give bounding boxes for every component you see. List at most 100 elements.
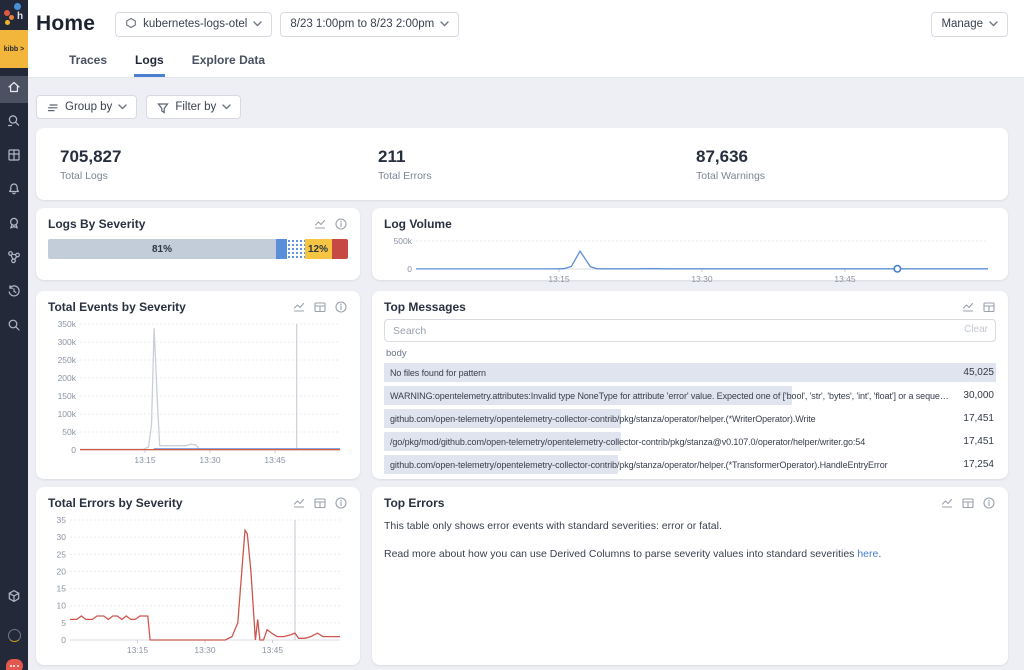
top-messages-list: No files found for pattern45,025 WARNING… <box>384 363 996 474</box>
panel-title: Top Messages <box>384 300 466 314</box>
stat-label: Total Errors <box>378 170 672 182</box>
table-icon[interactable] <box>961 496 975 510</box>
time-range-label: 8/23 1:00pm to 8/23 2:00pm <box>290 18 434 30</box>
panel-total-events: Total Events by Severity 050k100k150k200… <box>36 291 360 479</box>
stat-total-warnings: 87,636 Total Warnings <box>672 147 990 182</box>
svg-text:5: 5 <box>61 618 66 628</box>
total-events-chart: 050k100k150k200k250k300k350k13:1513:3013… <box>48 319 348 465</box>
sidebar-item-home[interactable] <box>0 76 28 103</box>
message-text: No files found for pattern <box>384 368 953 378</box>
svg-text:13:45: 13:45 <box>834 274 856 284</box>
sidebar: h kibb > <box>0 0 28 670</box>
search-icon <box>6 317 22 338</box>
team-badge[interactable]: kibb > <box>0 30 28 68</box>
chevron-down-icon <box>222 104 231 110</box>
message-row[interactable]: /go/pkg/mod/github.com/open-telemetry/op… <box>384 432 996 451</box>
dataset-name: kubernetes-logs-otel <box>143 18 247 30</box>
table-icon[interactable] <box>313 496 327 510</box>
boards-icon <box>6 147 22 168</box>
logo-dot-yellow <box>5 20 10 25</box>
tab-bar: Traces Logs Explore Data <box>28 48 1024 78</box>
tab-logs[interactable]: Logs <box>134 48 165 77</box>
column-header-body: body <box>386 348 996 359</box>
sidebar-item-slos[interactable] <box>0 212 28 239</box>
svg-text:13:45: 13:45 <box>262 645 284 655</box>
time-range-selector[interactable]: 8/23 1:00pm to 8/23 2:00pm <box>280 12 459 37</box>
svg-text:25: 25 <box>57 549 67 559</box>
sidebar-bottom <box>0 585 28 670</box>
panel-log-volume: Log Volume 500k013:1513:3013:45 <box>372 208 1008 280</box>
readmore-period: . <box>878 548 881 560</box>
message-row[interactable]: WARNING:opentelemetry.attributes:Invalid… <box>384 386 996 405</box>
help-chat-badge[interactable] <box>6 659 23 670</box>
table-icon[interactable] <box>313 300 327 314</box>
manage-button[interactable]: Manage <box>931 12 1008 37</box>
line-chart-icon[interactable] <box>292 300 306 314</box>
svg-text:0: 0 <box>407 264 412 274</box>
topbar: Home kubernetes-logs-otel 8/23 1:00pm to… <box>28 0 1024 48</box>
sidebar-item-alerts[interactable] <box>0 178 28 205</box>
tab-explore-data[interactable]: Explore Data <box>191 48 266 77</box>
sidebar-item-history[interactable] <box>0 280 28 307</box>
table-icon[interactable] <box>982 300 996 314</box>
message-text: /go/pkg/mod/github.com/open-telemetry/op… <box>384 437 953 447</box>
message-row[interactable]: github.com/open-telemetry/opentelemetry-… <box>384 455 996 474</box>
home-icon <box>6 79 22 100</box>
logo-h: h <box>17 11 23 22</box>
message-text: github.com/open-telemetry/opentelemetry-… <box>384 460 953 470</box>
svg-text:50k: 50k <box>62 427 76 437</box>
main-area: Home kubernetes-logs-otel 8/23 1:00pm to… <box>28 0 1024 665</box>
tab-traces[interactable]: Traces <box>68 48 108 77</box>
panel-title: Total Events by Severity <box>48 300 186 314</box>
panel-title: Top Errors <box>384 496 444 510</box>
message-text: WARNING:opentelemetry.attributes:Invalid… <box>384 391 953 401</box>
sidebar-nav <box>0 76 28 341</box>
sidebar-item-boards[interactable] <box>0 144 28 171</box>
panel-logs-by-severity: Logs By Severity 81%12% <box>36 208 360 280</box>
search-input[interactable] <box>384 319 996 342</box>
line-chart-icon[interactable] <box>961 300 975 314</box>
svg-text:13:30: 13:30 <box>691 274 713 284</box>
panel-total-errors: Total Errors by Severity 051015202530351… <box>36 487 360 665</box>
hexagon-icon <box>125 17 137 32</box>
svg-text:13:15: 13:15 <box>134 455 156 465</box>
info-icon[interactable] <box>982 496 996 510</box>
service-map-icon <box>6 249 22 270</box>
panel-title: Logs By Severity <box>48 217 145 231</box>
group-by-dropdown[interactable]: Group by <box>36 95 137 119</box>
sidebar-item-search[interactable] <box>0 314 28 341</box>
message-count: 17,254 <box>953 459 996 470</box>
avatar <box>8 629 21 642</box>
honeycomb-logo[interactable]: h <box>0 0 28 30</box>
filter-icon <box>156 101 169 114</box>
filter-by-dropdown[interactable]: Filter by <box>146 95 241 119</box>
svg-text:10: 10 <box>57 601 67 611</box>
clear-button[interactable]: Clear <box>964 324 988 335</box>
info-icon[interactable] <box>334 217 348 231</box>
svg-text:100k: 100k <box>58 409 77 419</box>
stat-label: Total Logs <box>60 170 354 182</box>
stat-value: 211 <box>378 147 672 167</box>
top-errors-note: This table only shows error events with … <box>384 519 996 534</box>
sidebar-item-query[interactable] <box>0 110 28 137</box>
info-icon[interactable] <box>334 496 348 510</box>
chevron-down-icon <box>118 104 127 110</box>
bell-icon <box>6 181 22 202</box>
line-chart-icon[interactable] <box>940 496 954 510</box>
sidebar-item-datasets[interactable] <box>0 585 28 612</box>
line-chart-icon[interactable] <box>292 496 306 510</box>
stats-card: 705,827 Total Logs 211 Total Errors 87,6… <box>36 128 1008 200</box>
sidebar-item-service-map[interactable] <box>0 246 28 273</box>
cube-icon <box>6 588 22 609</box>
svg-text:0: 0 <box>61 635 66 645</box>
info-icon[interactable] <box>334 300 348 314</box>
message-row[interactable]: No files found for pattern45,025 <box>384 363 996 382</box>
svg-text:35: 35 <box>57 515 67 525</box>
dataset-selector[interactable]: kubernetes-logs-otel <box>115 12 272 37</box>
here-link[interactable]: here <box>857 548 878 560</box>
message-row[interactable]: github.com/open-telemetry/opentelemetry-… <box>384 409 996 428</box>
stat-value: 705,827 <box>60 147 354 167</box>
message-count: 45,025 <box>953 367 996 378</box>
sidebar-item-account[interactable] <box>0 622 28 649</box>
line-chart-icon[interactable] <box>313 217 327 231</box>
